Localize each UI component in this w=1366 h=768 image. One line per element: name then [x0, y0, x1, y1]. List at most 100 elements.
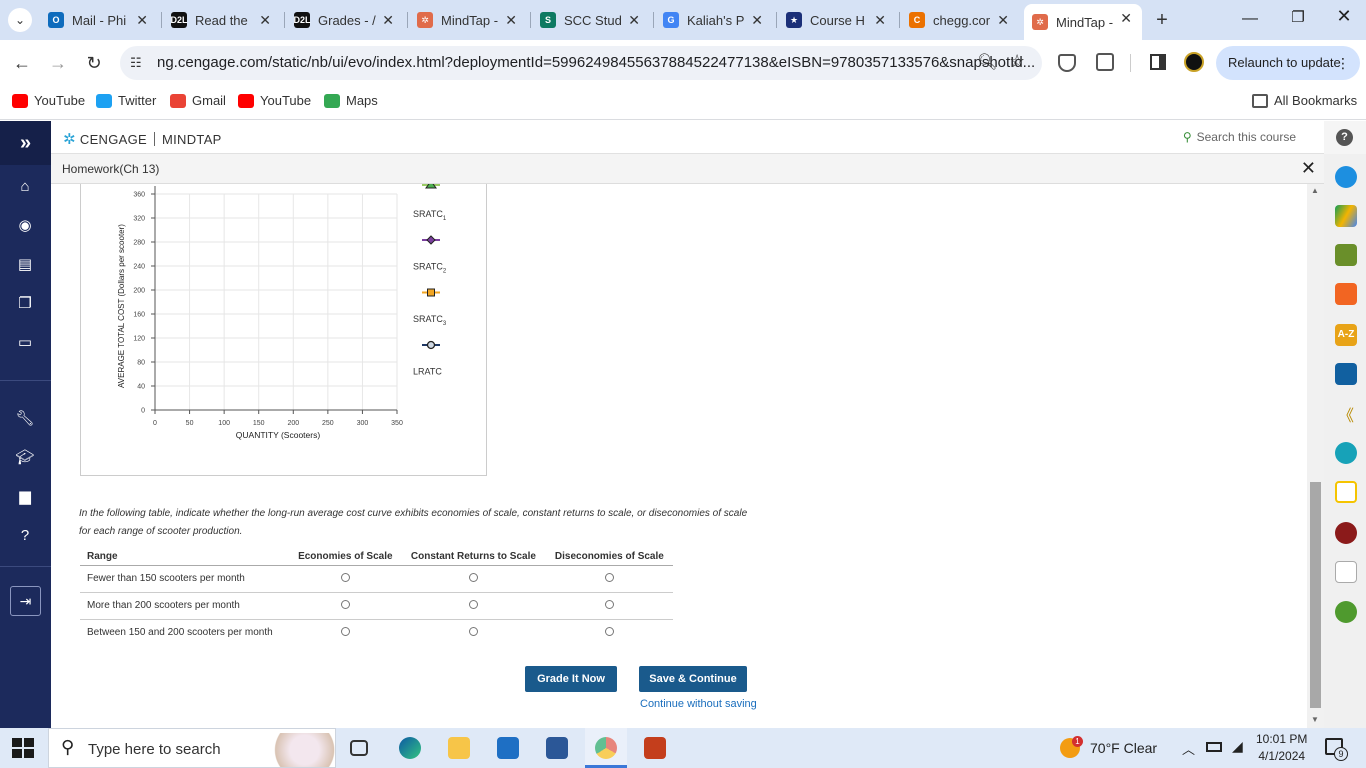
scroll-thumb[interactable] — [1310, 482, 1321, 708]
browser-tab[interactable]: O Mail - Phi ✕ — [40, 6, 158, 34]
tab-close-icon[interactable]: ✕ — [751, 12, 763, 29]
profile-avatar[interactable] — [1184, 52, 1204, 72]
circle-tool-icon[interactable] — [426, 340, 436, 350]
education-icon[interactable]: 🎓︎ — [14, 447, 36, 469]
bookmark-star-icon[interactable]: ☆ — [1009, 51, 1025, 72]
back-button[interactable]: ← — [9, 50, 35, 76]
continue-without-saving-link[interactable]: Continue without saving — [640, 698, 757, 710]
bookmark-youtube[interactable]: YouTube — [238, 93, 311, 108]
tab-close-icon[interactable]: ✕ — [505, 12, 517, 29]
bookmark-twitter[interactable]: Twitter — [96, 93, 156, 108]
taskbar-search[interactable]: ⚲ Type here to search — [48, 728, 336, 768]
answer-radio[interactable] — [340, 599, 350, 609]
tray-chevron-icon[interactable]: ︿ — [1182, 739, 1195, 758]
answer-radio[interactable] — [604, 599, 614, 609]
scroll-up-arrow[interactable]: ▲ — [1311, 186, 1319, 195]
cloud-icon[interactable] — [1335, 166, 1357, 188]
answer-radio[interactable] — [468, 599, 478, 609]
browser-tab[interactable]: G Kaliah's P ✕ — [655, 6, 773, 34]
account-icon[interactable]: ◉ — [14, 215, 36, 237]
cengage-mindtap-logo[interactable]: ✲ CENGAGE MINDTAP — [63, 130, 222, 148]
briefcase-icon[interactable]: ▆ — [14, 486, 36, 508]
minimize-button[interactable]: — — [1238, 10, 1262, 28]
answer-radio[interactable] — [604, 572, 614, 582]
wifi-icon[interactable]: ◢ — [1232, 738, 1243, 755]
tab-close-icon[interactable]: ✕ — [136, 12, 148, 29]
file-explorer-icon[interactable] — [448, 737, 470, 759]
task-view-icon[interactable] — [350, 740, 368, 756]
shield-extension-icon[interactable] — [1058, 54, 1076, 72]
battery-icon[interactable] — [1206, 742, 1222, 752]
rss-icon[interactable] — [1335, 283, 1357, 305]
mail-icon[interactable] — [497, 737, 519, 759]
help-icon[interactable]: ? — [14, 525, 36, 547]
site-info-icon[interactable]: ☷ — [130, 55, 142, 71]
reload-button[interactable]: ↻ — [81, 50, 107, 76]
new-tab-button[interactable]: + — [1150, 8, 1174, 32]
audio-icon[interactable]: 《 — [1335, 402, 1357, 425]
sign-out-icon[interactable]: ⇥ — [10, 586, 41, 616]
browser-tab[interactable]: S SCC Stud ✕ — [532, 6, 650, 34]
tab-close-icon[interactable]: ✕ — [1120, 10, 1132, 27]
bookmark-gmail[interactable]: Gmail — [170, 93, 226, 108]
scroll-down-arrow[interactable]: ▼ — [1311, 715, 1319, 724]
weather-text[interactable]: 70°F Clear — [1090, 740, 1157, 756]
all-bookmarks[interactable]: All Bookmarks — [1252, 93, 1357, 108]
answer-radio[interactable] — [468, 572, 478, 582]
answer-radio[interactable] — [340, 572, 350, 582]
answer-radio[interactable] — [604, 626, 614, 636]
edge-icon[interactable] — [399, 737, 421, 759]
browser-tab[interactable]: ★ Course H ✕ — [778, 6, 896, 34]
close-activity-button[interactable]: ✕ — [1301, 158, 1316, 179]
extensions-icon[interactable] — [1096, 53, 1114, 71]
notepad-icon[interactable] — [1335, 481, 1357, 503]
drive-icon[interactable] — [1335, 205, 1357, 227]
tab-close-icon[interactable]: ✕ — [382, 12, 394, 29]
tab-close-icon[interactable]: ✕ — [628, 12, 640, 29]
answer-radio[interactable] — [340, 626, 350, 636]
pencil-icon[interactable] — [1335, 244, 1357, 266]
cost-chart[interactable]: 0 50 100 150 200 250 300 350 0 40 80 120 160 200 240 28… — [81, 184, 488, 477]
circle-app-icon[interactable] — [1335, 601, 1357, 623]
bookmark-maps[interactable]: Maps — [324, 93, 378, 108]
tab-search-button[interactable]: ⌄ — [8, 8, 32, 32]
course-search[interactable]: ⚲ Search this course — [1183, 130, 1296, 144]
clock[interactable]: 10:01 PM 4/1/2024 — [1256, 731, 1307, 765]
side-panel-icon[interactable] — [1150, 54, 1166, 70]
gradebook-icon[interactable]: ▭ — [14, 332, 36, 354]
close-window-button[interactable]: ✕ — [1332, 6, 1356, 27]
address-bar[interactable]: ☷ ng.cengage.com/static/nb/ui/evo/index.… — [120, 46, 1042, 80]
browser-tab[interactable]: ✲ MindTap - ✕ — [1024, 4, 1142, 40]
ebook-icon[interactable]: ❐ — [14, 293, 36, 315]
tab-close-icon[interactable]: ✕ — [874, 12, 886, 29]
flashcards-icon[interactable] — [1335, 561, 1357, 583]
forward-button[interactable]: → — [45, 50, 71, 76]
browser-tab[interactable]: D2L Read the ✕ — [163, 6, 281, 34]
content-scrollbar[interactable]: ▲ ▼ — [1307, 184, 1324, 728]
save-continue-button[interactable]: Save & Continue — [639, 666, 747, 692]
restore-button[interactable]: ❐ — [1286, 8, 1310, 26]
tools-icon[interactable]: 🔧︎ — [14, 408, 36, 430]
home-icon[interactable]: ⌂ — [14, 176, 36, 198]
zoom-icon[interactable]: 🔍︎ — [977, 52, 997, 72]
grade-it-now-button[interactable]: Grade It Now — [525, 666, 617, 692]
browser-tab[interactable]: Cchegg.cor ✕ — [901, 6, 1019, 34]
answer-radio[interactable] — [468, 626, 478, 636]
tab-close-icon[interactable]: ✕ — [259, 12, 271, 29]
relaunch-button[interactable]: Relaunch to update ⋮ — [1216, 46, 1360, 80]
store-icon[interactable] — [546, 737, 568, 759]
square-tool-icon[interactable] — [427, 288, 435, 297]
tab-close-icon[interactable]: ✕ — [997, 12, 1009, 29]
bongo-icon[interactable] — [1335, 442, 1357, 464]
acrobat-icon[interactable] — [1335, 522, 1357, 544]
windows-start-icon[interactable] — [12, 738, 34, 758]
browser-tab[interactable]: D2L Grades - / ✕ — [286, 6, 404, 34]
book-icon[interactable] — [1335, 363, 1357, 385]
help-icon[interactable]: ? — [1336, 129, 1353, 146]
dictionary-icon[interactable]: A-Z — [1335, 324, 1357, 346]
more-menu-icon[interactable]: ⋮ — [1336, 46, 1350, 80]
powerpoint-icon[interactable] — [644, 737, 666, 759]
browser-tab[interactable]: ✲ MindTap - ✕ — [409, 6, 527, 34]
bookmark-youtube[interactable]: YouTube — [12, 93, 85, 108]
expand-nav-button[interactable]: » — [0, 121, 51, 165]
